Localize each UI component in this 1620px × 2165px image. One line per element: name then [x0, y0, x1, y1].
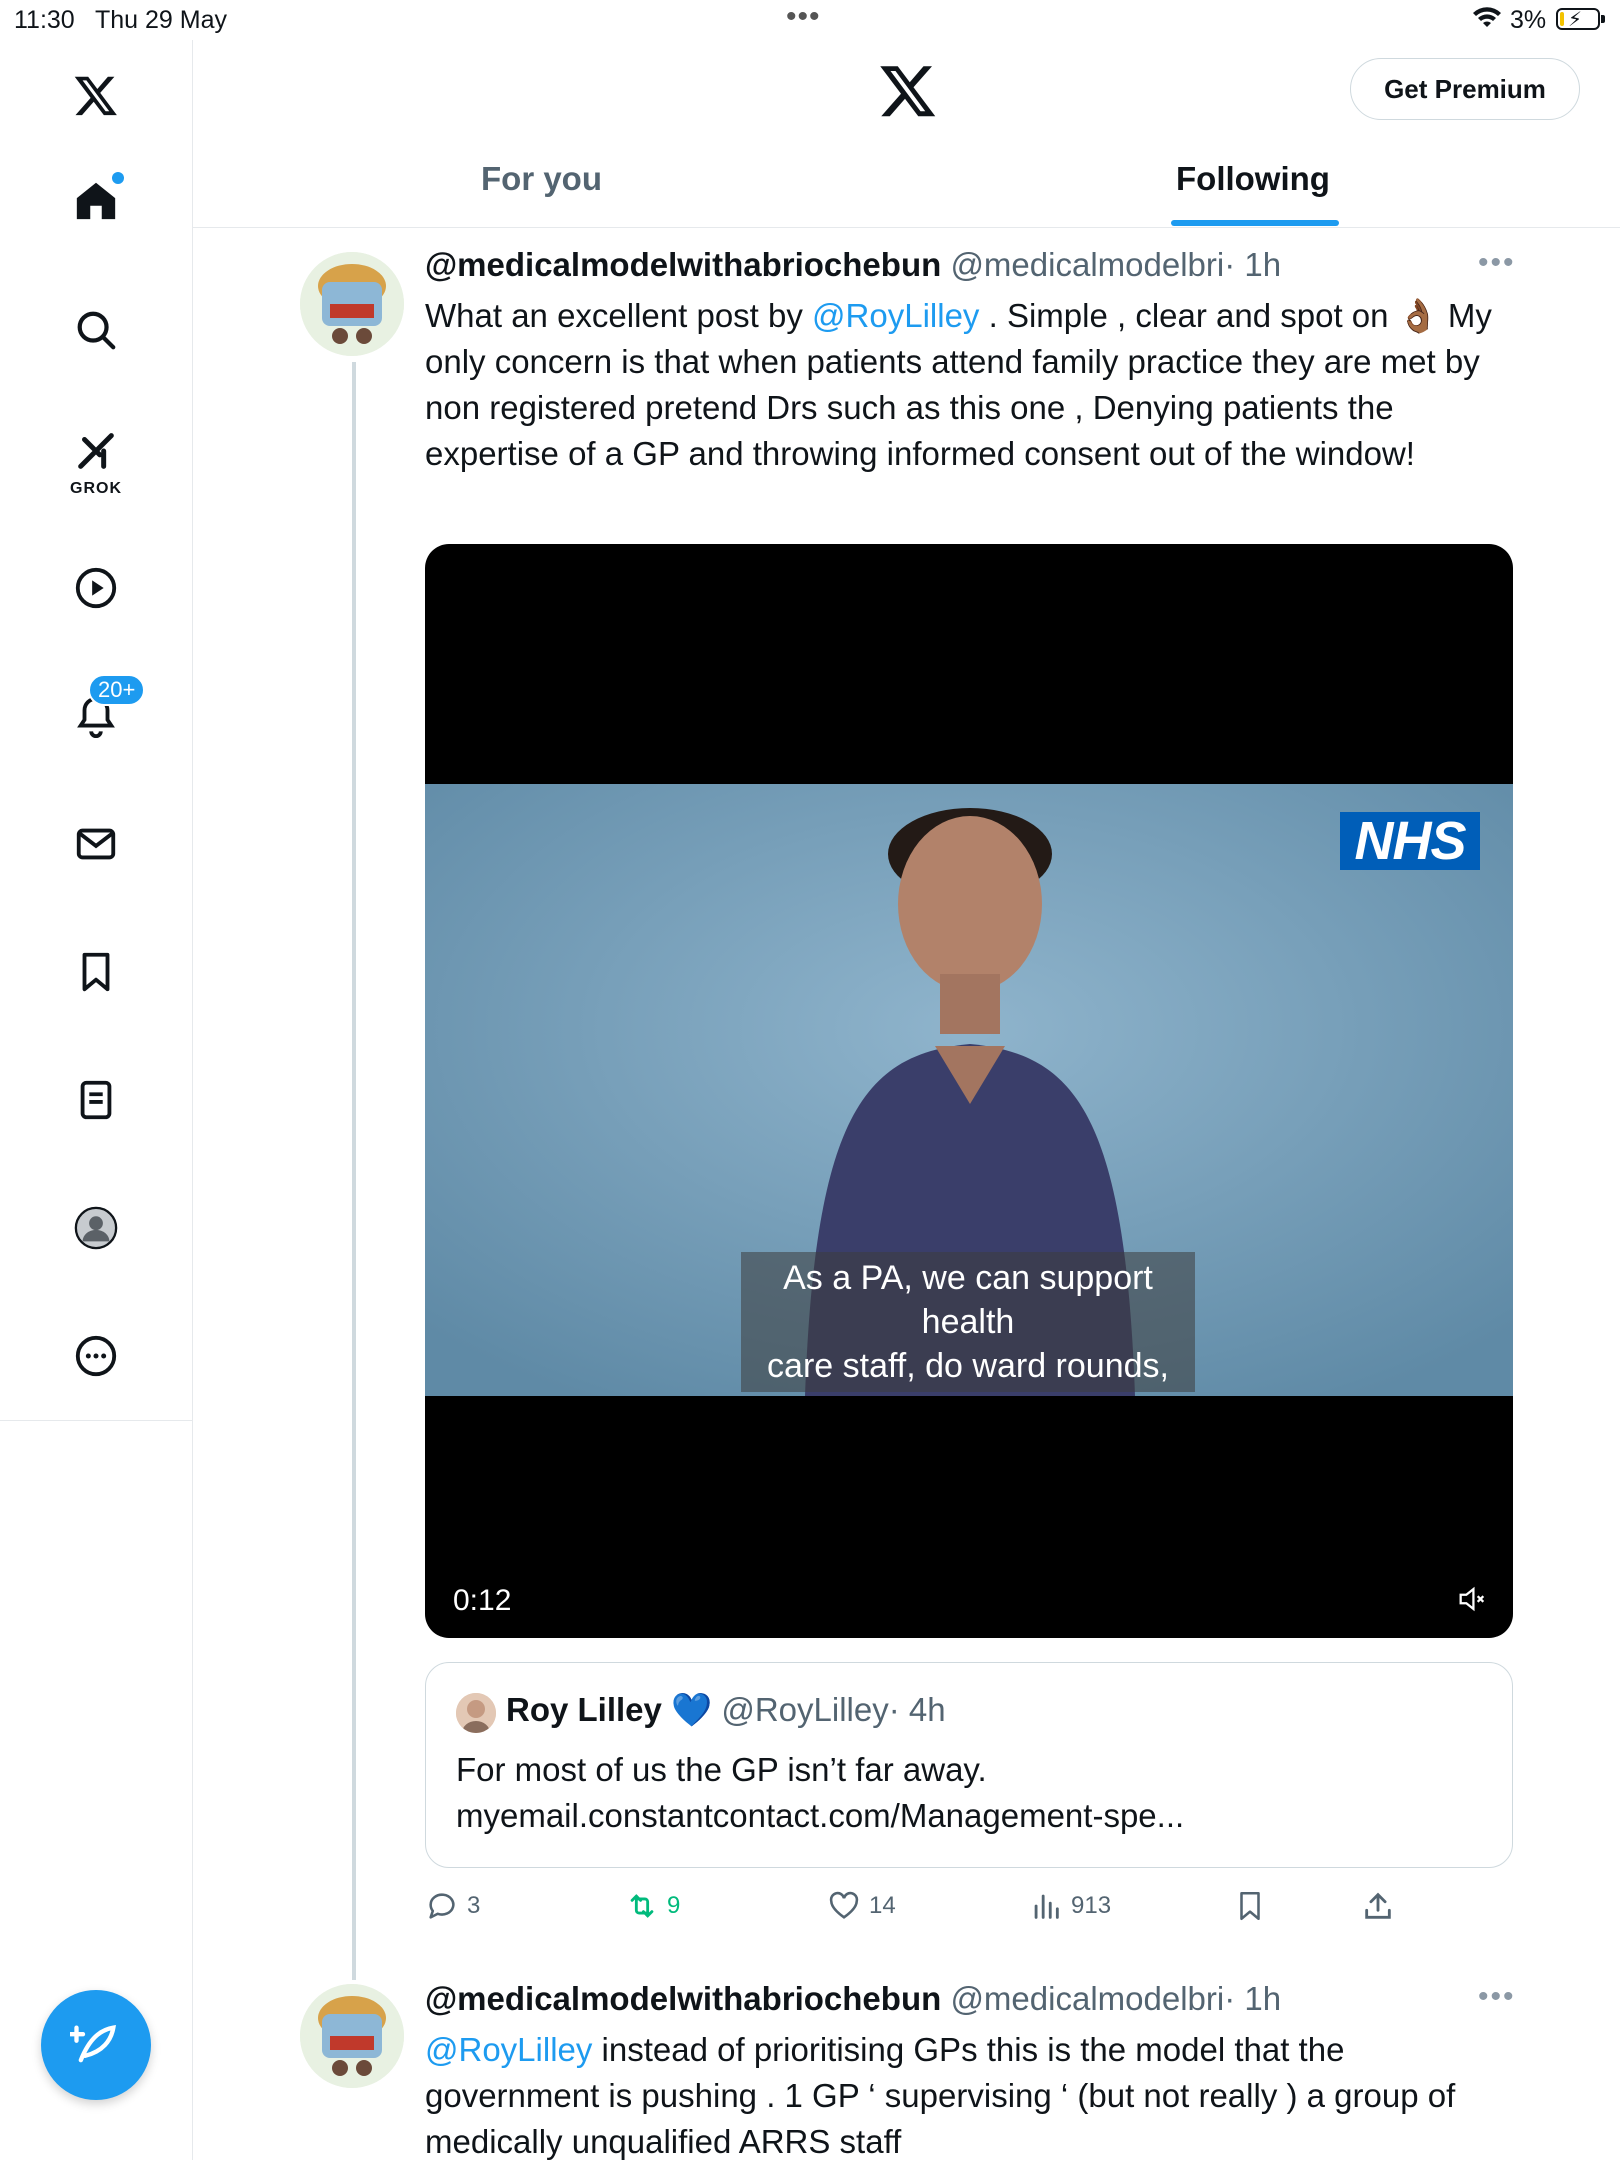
- views-button[interactable]: 913: [1029, 1884, 1111, 1928]
- views-icon: [1034, 1894, 1059, 1919]
- video-duration: 0:12: [453, 1584, 512, 1617]
- video-frame: NHS As a PA, we can support health care …: [425, 784, 1513, 1396]
- nhs-logo: NHS: [1340, 811, 1480, 871]
- share-button[interactable]: [1361, 1884, 1403, 1928]
- quoted-text-line: For most of us the GP isn’t far away.: [456, 1751, 987, 1788]
- tweet-more-icon[interactable]: •••: [1478, 246, 1516, 280]
- multitask-dots-icon[interactable]: •••: [786, 0, 821, 34]
- quoted-author-name: Roy Lilley: [506, 1691, 662, 1728]
- x-logo-icon[interactable]: [878, 60, 938, 120]
- compose-icon: [70, 2025, 116, 2063]
- tweet-more-icon[interactable]: •••: [1478, 1980, 1516, 2014]
- views-count: 913: [1071, 1892, 1112, 1919]
- profile-avatar-icon[interactable]: [66, 1198, 126, 1258]
- reply-button[interactable]: 3: [425, 1884, 480, 1928]
- grok-label: GROK: [70, 480, 122, 497]
- tab-for-you[interactable]: For you: [481, 160, 602, 198]
- tab-active-indicator: [1171, 220, 1339, 226]
- wifi-icon: [1472, 6, 1502, 37]
- tab-following[interactable]: Following: [1176, 160, 1330, 198]
- compose-button[interactable]: [41, 1990, 151, 2100]
- video-player[interactable]: NHS As a PA, we can support health care …: [425, 544, 1513, 1638]
- mention-link[interactable]: @RoyLilley: [812, 297, 979, 334]
- mute-icon[interactable]: [1455, 1582, 1489, 1616]
- tweet-author-handle[interactable]: @medicalmodelbri: [950, 246, 1224, 283]
- tweet-author-avatar[interactable]: [300, 252, 404, 356]
- tweet-author-handle[interactable]: @medicalmodelbri: [950, 1980, 1224, 2017]
- retweet-icon: [630, 1894, 654, 1918]
- like-button[interactable]: 14: [827, 1884, 896, 1928]
- bookmark-icon: [1240, 1891, 1260, 1921]
- retweet-count: 9: [667, 1892, 681, 1919]
- video-caption-line: As a PA, we can support health: [783, 1259, 1153, 1341]
- play-icon[interactable]: [66, 558, 126, 618]
- bookmark-icon[interactable]: [66, 942, 126, 1002]
- list-icon[interactable]: [66, 1070, 126, 1130]
- home-dot-badge: [112, 172, 124, 184]
- share-icon: [1365, 1892, 1391, 1919]
- quoted-tweet[interactable]: Roy Lilley 💙 @RoyLilley· 4h For most of …: [425, 1662, 1513, 1868]
- notification-count-badge: 20+: [88, 674, 146, 706]
- retweet-button[interactable]: 9: [625, 1884, 680, 1928]
- heart-icon: [829, 1891, 859, 1919]
- get-premium-button[interactable]: Get Premium: [1350, 58, 1580, 120]
- sidebar: GROK 20+: [0, 40, 193, 2160]
- sidebar-divider: [0, 1420, 192, 1421]
- tweet-time[interactable]: · 1h: [1224, 246, 1281, 283]
- mention-link[interactable]: @RoyLilley: [425, 2031, 592, 2068]
- more-icon[interactable]: [66, 1326, 126, 1386]
- quoted-link: myemail.constantcontact.com/Management-s…: [456, 1797, 1185, 1834]
- quoted-author-avatar: [456, 1693, 496, 1733]
- battery-percent: 3%: [1510, 6, 1547, 34]
- tweet-header: @medicalmodelwithabriochebun @medicalmod…: [425, 246, 1281, 284]
- tweet-author-name[interactable]: @medicalmodelwithabriochebun: [425, 246, 941, 283]
- search-icon[interactable]: [66, 300, 126, 360]
- bookmark-button[interactable]: [1233, 1884, 1275, 1928]
- status-time: 11:30: [14, 6, 75, 34]
- quoted-tweet-header: Roy Lilley 💙 @RoyLilley· 4h: [506, 1691, 946, 1730]
- tweet-header: @medicalmodelwithabriochebun @medicalmod…: [425, 1980, 1281, 2018]
- tweet-author-avatar[interactable]: [300, 1984, 404, 2088]
- tweet-actions: 3 9 14 913: [425, 1884, 1525, 1928]
- home-icon[interactable]: [66, 170, 126, 230]
- quoted-text: For most of us the GP isn’t far away. my…: [456, 1747, 1476, 1839]
- reply-icon: [429, 1893, 455, 1919]
- tweet-text: What an excellent post by @RoyLilley . S…: [425, 293, 1505, 477]
- thread-line: [352, 362, 356, 1980]
- x-logo-icon[interactable]: [66, 65, 126, 125]
- header-divider: [193, 227, 1620, 228]
- grok-icon[interactable]: GROK: [66, 428, 126, 497]
- mail-icon[interactable]: [66, 814, 126, 874]
- heart-badge-icon: 💙: [671, 1691, 713, 1728]
- status-bar: 11:30 Thu 29 May ••• 3% ⚡: [0, 0, 1620, 40]
- like-count: 14: [869, 1892, 896, 1919]
- reply-count: 3: [467, 1892, 481, 1919]
- quoted-author-handle: @RoyLilley: [721, 1691, 889, 1728]
- tweet-text: @RoyLilley instead of prioritising GPs t…: [425, 2027, 1505, 2165]
- tweet-author-name[interactable]: @medicalmodelwithabriochebun: [425, 1980, 941, 2017]
- quoted-time: · 4h: [888, 1691, 946, 1728]
- tweet-time[interactable]: · 1h: [1224, 1980, 1281, 2017]
- video-caption-line: care staff, do ward rounds,: [767, 1347, 1169, 1385]
- video-caption: As a PA, we can support health care staf…: [741, 1252, 1195, 1392]
- battery-icon: ⚡: [1556, 8, 1605, 31]
- bell-icon[interactable]: 20+: [66, 674, 146, 746]
- tweet-text-part: What an excellent post by: [425, 297, 813, 334]
- status-date: Thu 29 May: [95, 6, 228, 34]
